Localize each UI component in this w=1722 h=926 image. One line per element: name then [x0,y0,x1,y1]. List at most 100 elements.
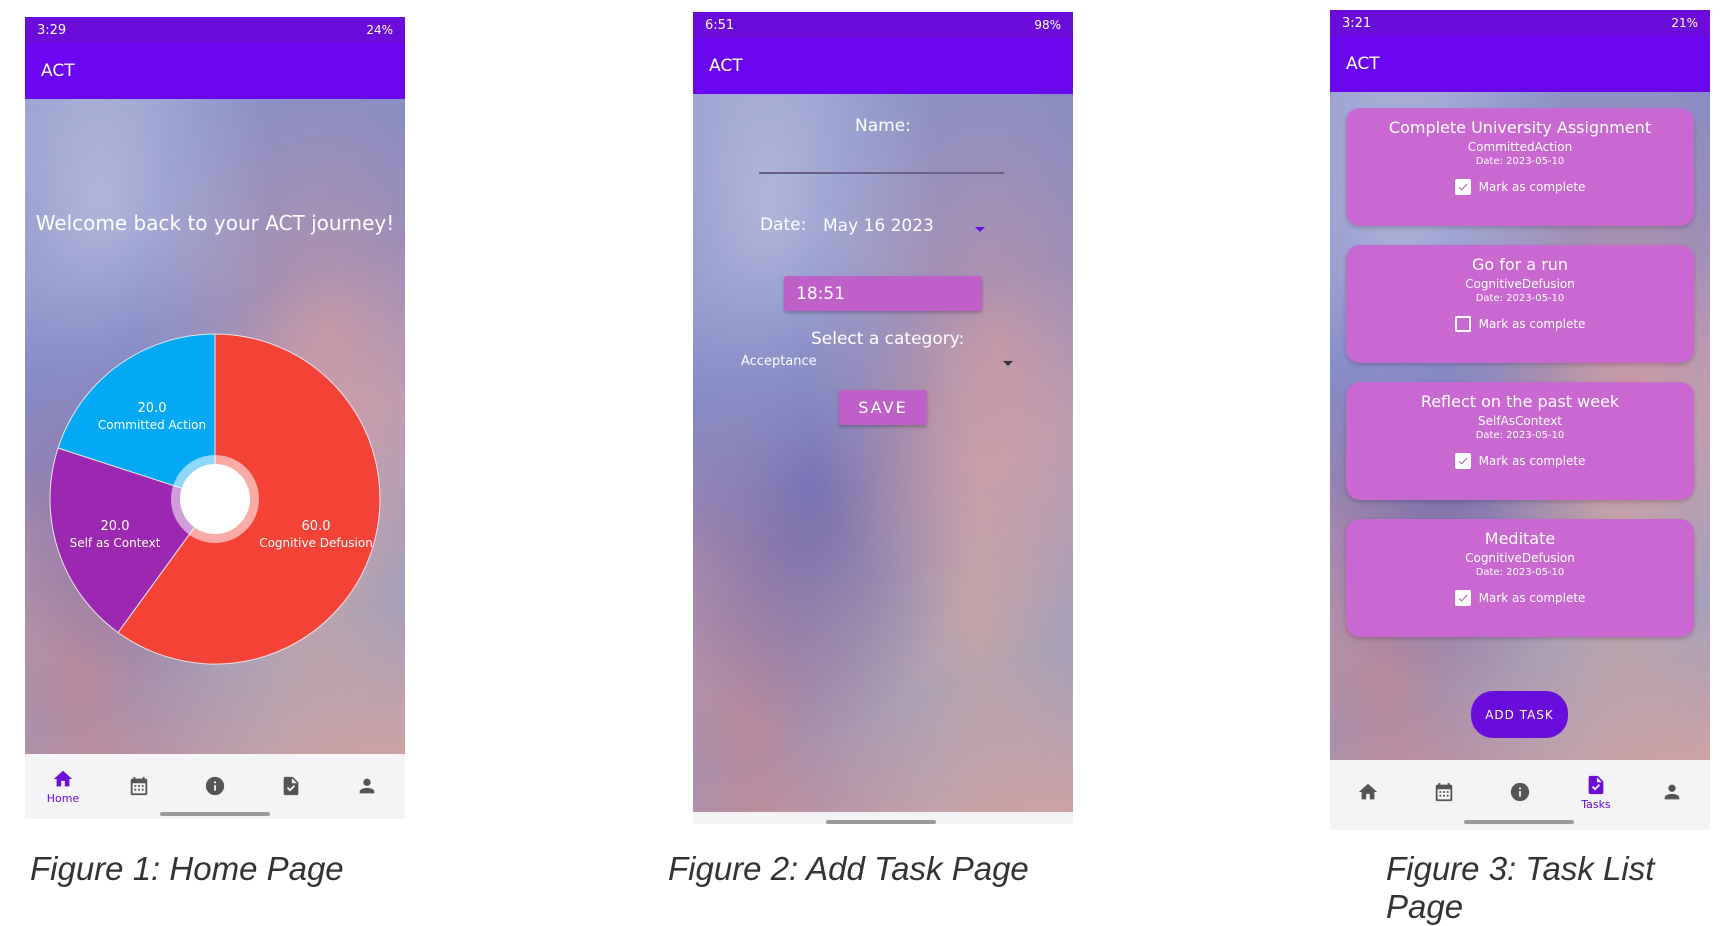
complete-row[interactable]: Mark as complete [1346,179,1694,195]
complete-checkbox[interactable] [1454,590,1471,606]
nav-tasks[interactable]: Tasks [1571,774,1621,811]
name-input[interactable] [759,146,1004,170]
task-title: Reflect on the past week [1420,392,1620,411]
task-category: SelfAsContext [1477,414,1563,428]
complete-label: Mark as complete [1478,591,1586,605]
nav-home-label: Home [46,791,80,805]
pie-label-committed-action: 20.0 Committed Action [98,401,206,433]
nav-calendar[interactable] [114,775,164,797]
status-time: 3:29 [37,22,67,38]
complete-row[interactable]: Mark as complete [1346,590,1694,606]
date-dropdown-icon[interactable] [975,227,985,232]
time-picker[interactable]: 18:51 [784,276,982,311]
status-battery: 21% [1671,16,1698,30]
complete-label: Mark as complete [1478,454,1586,468]
pie-value: 60.0 [301,519,331,534]
background-image: Complete University Assignment Committed… [1330,92,1710,760]
nav-home[interactable]: Home [38,768,88,805]
tasks-icon [1585,774,1607,796]
app-bar: ACT [25,43,405,99]
status-battery: 24% [366,23,393,37]
task-date: Date: 2023-05-10 [1475,293,1565,304]
status-battery: 98% [1034,18,1061,32]
info-icon [204,775,226,797]
category-label: Select a category: [811,329,965,349]
status-time: 3:21 [1342,15,1372,31]
pie-value: 20.0 [137,401,167,416]
status-bar: 6:51 98% [693,12,1073,38]
task-title: Meditate [1484,529,1556,548]
category-dropdown-icon[interactable] [1003,361,1013,366]
task-card: Meditate CognitiveDefusion Date: 2023-05… [1346,519,1694,637]
add-task-screen: 6:51 98% ACT Name: Date: May 16 2023 18:… [693,12,1073,824]
pie-value: 20.0 [100,519,130,534]
app-bar: ACT [693,38,1073,94]
task-title: Go for a run [1471,255,1569,274]
pie-label-self-as-context: 20.0 Self as Context [70,519,161,551]
gesture-bar [826,820,936,824]
gesture-bar [160,812,270,816]
nav-info[interactable] [1495,781,1545,803]
complete-checkbox[interactable] [1454,316,1471,332]
task-list-screen: 3:21 21% ACT Complete University Assignm… [1330,10,1710,830]
task-card: Reflect on the past week SelfAsContext D… [1346,382,1694,500]
background-image: Name: Date: May 16 2023 18:51 Select a c… [693,94,1073,812]
caption-figure-2: Figure 2: Add Task Page [668,850,1029,887]
status-bar: 3:29 24% [25,17,405,43]
date-label: Date: [760,215,807,235]
caption-figure-1: Figure 1: Home Page [30,850,344,887]
pie-center-hole [180,464,250,534]
info-icon [1509,781,1531,803]
person-icon [1661,781,1683,803]
task-date: Date: 2023-05-10 [1475,430,1565,441]
complete-checkbox[interactable] [1454,453,1471,469]
nav-tasks-label: Tasks [1581,797,1611,811]
task-date: Date: 2023-05-10 [1475,156,1565,167]
tasks-icon [280,775,302,797]
add-task-button[interactable]: ADD TASK [1471,691,1568,738]
task-category: CommittedAction [1467,140,1573,154]
app-title: ACT [1346,54,1380,74]
nav-calendar[interactable] [1419,781,1469,803]
status-bar: 3:21 21% [1330,10,1710,36]
task-title: Complete University Assignment [1388,118,1652,137]
nav-profile[interactable] [342,775,392,797]
complete-label: Mark as complete [1478,317,1586,331]
gesture-bar [1464,820,1574,824]
pie-label-cognitive-defusion: 60.0 Cognitive Defusion [259,519,373,551]
name-label: Name: [855,116,911,136]
pie-category: Self as Context [69,536,161,550]
status-time: 6:51 [705,17,735,33]
pie-category: Committed Action [97,418,207,432]
bottom-nav: Home [25,754,405,818]
category-dropdown[interactable]: Acceptance [741,354,817,369]
complete-checkbox[interactable] [1454,179,1471,195]
app-title: ACT [709,56,743,76]
app-bar: ACT [1330,36,1710,92]
background-image: Welcome back to your ACT journey! 60.0 C… [25,99,405,754]
bottom-nav: Tasks [1330,760,1710,824]
nav-home[interactable] [1343,781,1393,803]
task-category: CognitiveDefusion [1465,551,1575,565]
person-icon [356,775,378,797]
nav-tasks[interactable] [266,775,316,797]
pie-category: Cognitive Defusion [259,536,373,550]
nav-profile[interactable] [1647,781,1697,803]
name-input-underline [759,172,1004,174]
complete-row[interactable]: Mark as complete [1346,316,1694,332]
home-icon [52,768,74,790]
caption-figure-3: Figure 3: Task List Page [1386,850,1655,925]
task-card: Go for a run CognitiveDefusion Date: 202… [1346,245,1694,363]
nav-info[interactable] [190,775,240,797]
calendar-icon [128,775,150,797]
save-button[interactable]: SAVE [839,390,927,425]
task-card: Complete University Assignment Committed… [1346,108,1694,226]
complete-row[interactable]: Mark as complete [1346,453,1694,469]
home-icon [1357,781,1379,803]
calendar-icon [1433,781,1455,803]
complete-label: Mark as complete [1478,180,1586,194]
task-date: Date: 2023-05-10 [1475,567,1565,578]
date-dropdown[interactable]: May 16 2023 [823,216,934,236]
task-category: CognitiveDefusion [1465,277,1575,291]
app-title: ACT [41,61,75,81]
